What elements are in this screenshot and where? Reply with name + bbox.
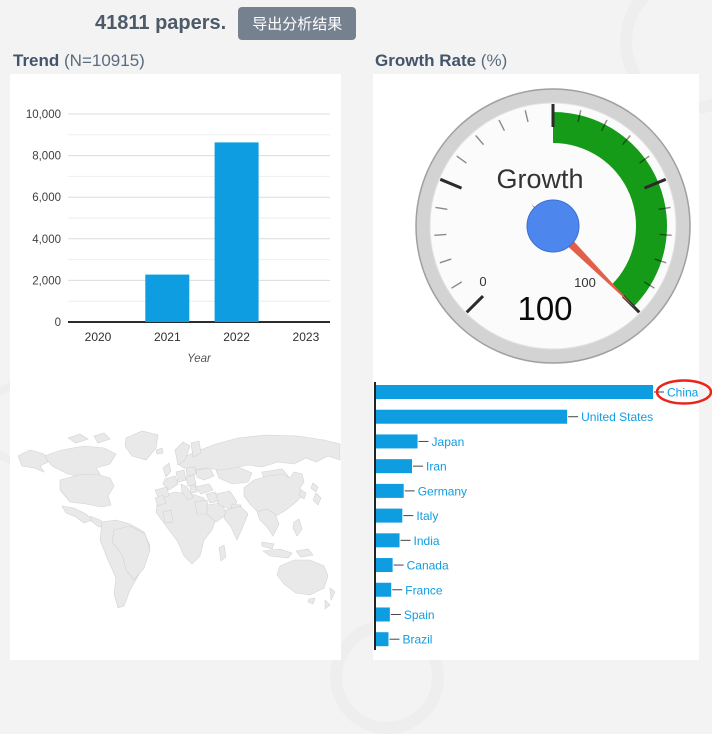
trend-ytick-4,000: 4,000 <box>32 234 61 246</box>
map-country-japan[interactable] <box>313 493 321 505</box>
map-country-china[interactable] <box>244 472 304 518</box>
map-country-ukraine[interactable] <box>196 468 214 480</box>
country-ranking-chart[interactable]: China United States Japan Iran Germany Italy I… <box>373 382 704 660</box>
trend-ytick-6,000: 6,000 <box>32 192 61 204</box>
map-country-malaysia[interactable] <box>262 542 274 549</box>
map-country-russia[interactable] <box>178 435 340 470</box>
map-country-japan[interactable] <box>311 483 318 492</box>
header-bar: 41811 papers. 导出分析结果 <box>0 0 712 46</box>
growth-title-unit: (%) <box>476 51 507 70</box>
trend-and-map-panel: 0 2,000 4,000 6,000 8,000 10,000 2020 2021 2022 2… <box>10 74 341 660</box>
map-country-indonesia[interactable] <box>296 549 313 557</box>
trend-xtick-2023: 2023 <box>293 330 320 344</box>
map-country-mexico[interactable] <box>62 506 92 523</box>
growth-panel-title: Growth Rate (%) <box>375 51 507 71</box>
gauge-tick <box>660 234 672 235</box>
trend-bar-chart[interactable]: 0 2,000 4,000 6,000 8,000 10,000 2020 2021 2022 2… <box>10 74 341 374</box>
map-country-iceland[interactable] <box>156 448 163 454</box>
world-map[interactable] <box>10 410 341 656</box>
trend-xtick-2021: 2021 <box>154 330 181 344</box>
gauge-value-label: 100 <box>517 290 572 327</box>
ranking-bar-italy[interactable] <box>376 509 402 523</box>
ranking-bar-france[interactable] <box>376 583 391 597</box>
ranking-label-france[interactable]: France <box>405 583 443 597</box>
trend-xtick-2020: 2020 <box>85 330 112 344</box>
ranking-bar-japan[interactable] <box>376 434 418 448</box>
ranking-label-italy[interactable]: Italy <box>416 509 438 523</box>
map-country-mali[interactable] <box>163 510 173 523</box>
ranking-label-canada[interactable]: Canada <box>407 559 449 573</box>
map-country-indonesia[interactable] <box>263 549 292 558</box>
trend-bar-2022[interactable] <box>215 142 259 322</box>
ranking-label-iran[interactable]: Iran <box>426 460 447 474</box>
trend-title-text: Trend <box>13 51 59 70</box>
map-country-tasmania[interactable] <box>308 598 315 604</box>
gauge-min-label: 0 <box>479 274 486 289</box>
ranking-bar-spain[interactable] <box>376 607 390 621</box>
papers-count-label: 41811 papers. <box>95 12 226 35</box>
map-country-new-zealand[interactable] <box>330 588 335 600</box>
map-country-canada[interactable] <box>44 446 116 478</box>
trend-xtick-2022: 2022 <box>223 330 250 344</box>
gauge-title-label: Growth <box>496 164 583 194</box>
map-country-germany[interactable] <box>176 470 186 482</box>
ranking-bar-brazil[interactable] <box>376 632 388 646</box>
trend-ytick-8,000: 8,000 <box>32 151 61 163</box>
ranking-bar-germany[interactable] <box>376 484 404 498</box>
trend-xaxis-title: Year <box>187 353 212 365</box>
ranking-label-spain[interactable]: Spain <box>404 608 435 622</box>
trend-title-count: (N=10915) <box>59 51 145 70</box>
gauge-max-label: 100 <box>574 275 596 290</box>
ranking-label-india[interactable]: India <box>414 534 440 548</box>
ranking-label-japan[interactable]: Japan <box>432 435 465 449</box>
ranking-bar-india[interactable] <box>376 533 400 547</box>
growth-title-text: Growth Rate <box>375 51 476 70</box>
ranking-bar-china[interactable] <box>376 385 653 399</box>
gauge-tick <box>434 234 446 235</box>
map-country-uk[interactable] <box>163 463 171 477</box>
map-country-canada[interactable] <box>68 434 88 443</box>
ranking-label-germany[interactable]: Germany <box>418 484 467 498</box>
ranking-label-china[interactable]: China <box>667 386 699 400</box>
trend-ytick-0: 0 <box>55 317 61 329</box>
trend-ytick-2,000: 2,000 <box>32 275 61 287</box>
map-country-alaska[interactable] <box>18 450 48 472</box>
map-country-india[interactable] <box>224 506 248 540</box>
map-region-balkans[interactable] <box>186 475 196 486</box>
map-country-new-zealand[interactable] <box>325 600 330 609</box>
growth-and-ranking-panel: 0 100 Growth 100 China United States Japan Ira… <box>373 74 699 660</box>
ranking-label-brazil[interactable]: Brazil <box>402 633 432 647</box>
map-country-madagascar[interactable] <box>219 545 226 561</box>
ranking-label-united-states[interactable]: United States <box>581 410 653 424</box>
map-country-greenland[interactable] <box>125 431 158 460</box>
ranking-bar-iran[interactable] <box>376 459 412 473</box>
map-country-canada[interactable] <box>94 433 110 443</box>
growth-gauge[interactable]: 0 100 Growth 100 <box>373 74 699 376</box>
ranking-bar-canada[interactable] <box>376 558 393 572</box>
map-country-poland[interactable] <box>186 467 196 476</box>
export-results-button[interactable]: 导出分析结果 <box>238 7 356 40</box>
map-country-philippines[interactable] <box>293 519 302 536</box>
map-country-greece[interactable] <box>190 485 197 493</box>
map-country-turkey[interactable] <box>195 484 213 494</box>
map-country-usa[interactable] <box>60 474 114 507</box>
ranking-bar-united-states[interactable] <box>376 410 567 424</box>
trend-panel-title: Trend (N=10915) <box>13 51 145 71</box>
trend-bar-2021[interactable] <box>145 275 189 322</box>
gauge-needle-hub <box>527 200 579 252</box>
map-country-australia[interactable] <box>277 560 328 595</box>
trend-ytick-10,000: 10,000 <box>26 109 61 121</box>
